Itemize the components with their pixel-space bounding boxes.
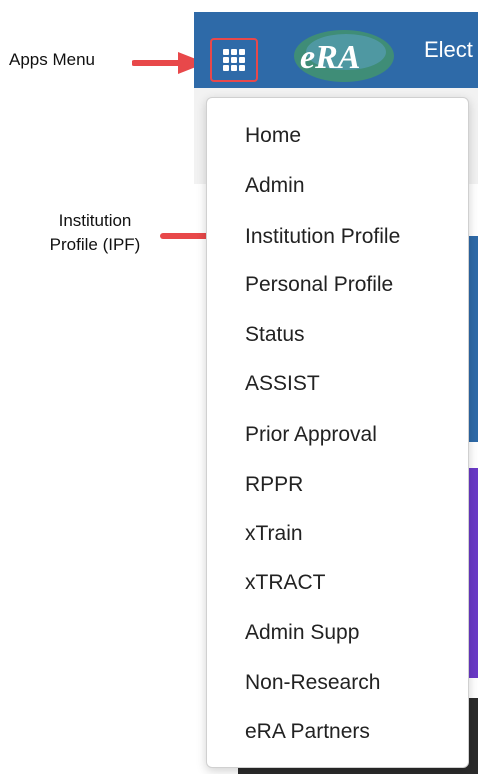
- apps-menu-annotation: Apps Menu: [9, 50, 95, 69]
- institution-profile-annotation: Institution Profile (IPF): [30, 209, 160, 257]
- grid-icon: [223, 49, 245, 71]
- menu-item-non-research[interactable]: Non-Research: [245, 668, 380, 698]
- menu-item-xtract[interactable]: xTRACT: [245, 568, 326, 598]
- era-logo-text: eRA: [300, 39, 360, 76]
- apps-menu-button[interactable]: [210, 38, 258, 82]
- apps-dropdown-menu: Home Admin Institution Profile Personal …: [206, 97, 469, 768]
- menu-item-xtrain[interactable]: xTrain: [245, 519, 303, 549]
- menu-item-era-partners[interactable]: eRA Partners: [245, 717, 370, 747]
- menu-item-admin-supp[interactable]: Admin Supp: [245, 618, 359, 648]
- menu-item-admin[interactable]: Admin: [245, 171, 305, 201]
- menu-item-assist[interactable]: ASSIST: [245, 369, 320, 399]
- institution-profile-annotation-line2: Profile (IPF): [49, 235, 141, 254]
- institution-profile-annotation-line1: Institution: [58, 211, 132, 230]
- menu-item-prior-approval[interactable]: Prior Approval: [245, 420, 377, 450]
- menu-item-personal-profile[interactable]: Personal Profile: [245, 270, 393, 300]
- menu-item-institution-profile[interactable]: Institution Profile: [245, 222, 400, 252]
- menu-item-home[interactable]: Home: [245, 121, 301, 151]
- header-title: Elect: [424, 37, 473, 62]
- era-logo: eRA: [294, 30, 394, 82]
- menu-item-status[interactable]: Status: [245, 320, 305, 350]
- menu-item-rppr[interactable]: RPPR: [245, 470, 303, 500]
